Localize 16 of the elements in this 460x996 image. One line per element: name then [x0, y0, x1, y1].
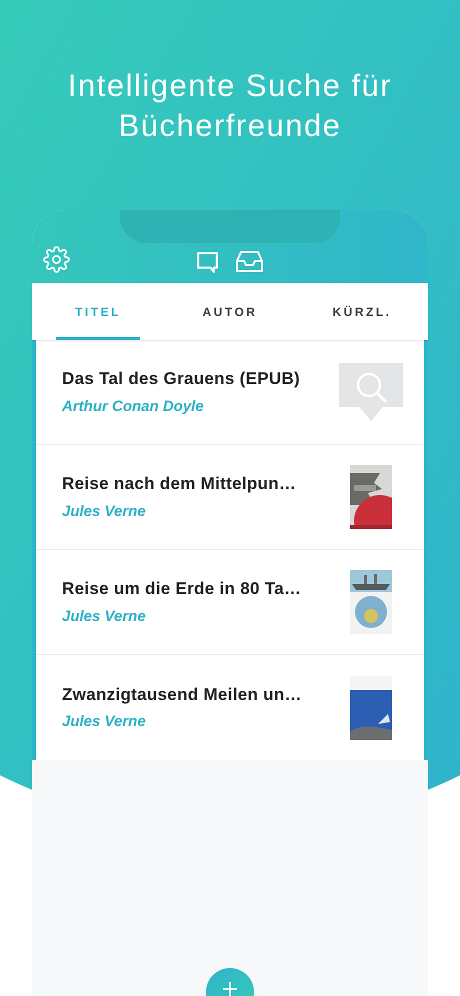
- book-author: Jules Verne: [62, 502, 147, 522]
- book-author: Jules Verne: [62, 712, 147, 732]
- inbox-icon[interactable]: [236, 250, 263, 273]
- chat-icon[interactable]: [195, 250, 220, 275]
- book-title[interactable]: Zwanzigtausend Meilen un…: [62, 682, 338, 707]
- tab[interactable]: AUTOR: [164, 283, 296, 340]
- book-title[interactable]: Das Tal des Grauens (EPUB): [62, 366, 338, 392]
- book-title[interactable]: Reise nach dem Mittelpun…: [62, 471, 338, 496]
- tab[interactable]: KÜRZL.: [296, 283, 428, 340]
- headline: Intelligente Suche für Bücherfreunde: [66, 67, 394, 145]
- plus-icon: [223, 982, 237, 996]
- settings-icon[interactable]: [43, 246, 70, 273]
- book-author: Jules Verne: [62, 606, 147, 626]
- book-author: Arthur Conan Doyle: [62, 396, 205, 416]
- book-placeholder-icon: [339, 363, 403, 421]
- book-title[interactable]: Reise um die Erde in 80 Ta…: [62, 576, 338, 602]
